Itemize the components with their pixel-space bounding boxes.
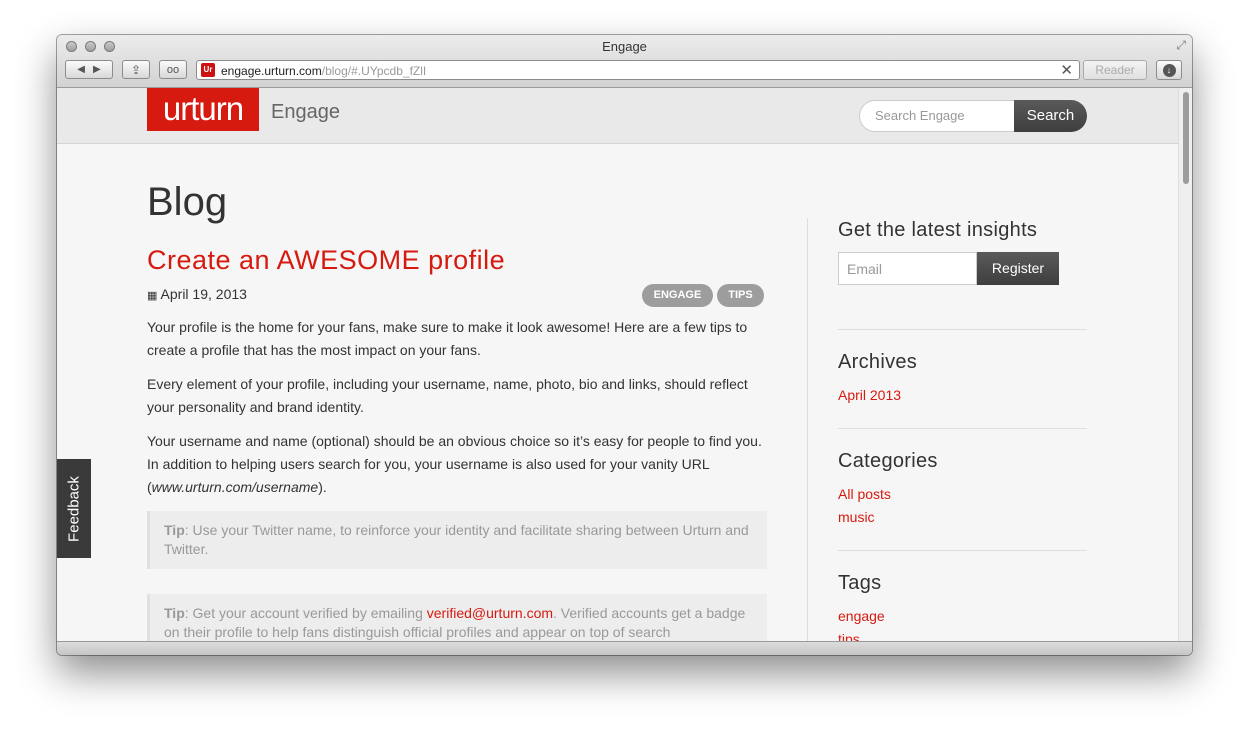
post-date: ▦ April 19, 2013 [147,286,247,302]
post-paragraph: Every element of your profile, including… [147,376,748,415]
tip-label: Tip [164,522,185,538]
email-field[interactable]: Email [838,252,977,285]
tip-box: Tip: Get your account verified by emaili… [147,594,767,641]
back-forward-buttons[interactable]: ◀ ▶ [65,60,113,79]
window-bottom-bar [57,641,1192,655]
feedback-label: Feedback [65,475,83,542]
glasses-icon: oo [166,63,180,76]
clear-url-icon[interactable]: ✕ [1060,61,1073,79]
site-header: urturn Engage Search Engage Search [57,88,1178,144]
share-icon: ⇪ [130,62,142,77]
title-bar: Engage ⤢ ◀ ▶ ⇪ oo Ur engage.urturn.com/b… [57,35,1192,88]
downloads-button[interactable]: ↓ [1156,60,1182,80]
forward-arrow-icon[interactable]: ▶ [93,64,101,75]
tag-tips[interactable]: TIPS [717,284,764,307]
back-arrow-icon[interactable]: ◀ [77,64,85,75]
scrollbar-thumb[interactable] [1183,92,1189,184]
tip-text: : Get your account verified by emailing [184,605,427,621]
page-title: Blog [147,180,228,224]
page-viewport: urturn Engage Search Engage Search Feedb… [57,88,1178,641]
post-date-text: April 19, 2013 [160,286,247,302]
category-link-all-posts[interactable]: All posts [838,486,891,502]
reader-button[interactable]: Reader [1083,60,1147,80]
vertical-scrollbar[interactable] [1178,88,1192,641]
post-paragraph: Your profile is the home for your fans, … [147,319,748,358]
divider [838,550,1087,551]
url-text[interactable]: engage.urturn.com/blog/#.UYpcdb_fZlI [221,64,426,78]
post-paragraph-end: ). [318,479,327,495]
fullscreen-icon[interactable]: ⤢ [1176,38,1186,53]
url-path: /blog/#.UYpcdb_fZlI [321,64,427,78]
feedback-tab[interactable]: Feedback [57,459,91,558]
window-title: Engage [602,39,647,54]
verified-email-link[interactable]: verified@urturn.com [427,605,553,621]
tags-heading: Tags [838,572,882,594]
archive-link[interactable]: April 2013 [838,387,901,403]
browser-window: Engage ⤢ ◀ ▶ ⇪ oo Ur engage.urturn.com/b… [57,35,1192,655]
tip-label: Tip [164,605,185,621]
url-host: engage.urturn.com [221,64,322,78]
divider [838,329,1087,330]
post-title[interactable]: Create an AWESOME profile [147,245,505,276]
divider [838,428,1087,429]
archives-heading: Archives [838,351,918,373]
favicon: Ur [201,63,215,77]
search-input[interactable]: Search Engage [859,100,1015,132]
categories-heading: Categories [838,450,938,472]
tip-text: : Use your Twitter name, to reinforce yo… [164,522,749,557]
tag-link-engage[interactable]: engage [838,608,885,624]
reading-list-button[interactable]: oo [159,60,187,79]
address-bar[interactable]: Ur engage.urturn.com/blog/#.UYpcdb_fZlI … [196,60,1080,80]
urturn-logo[interactable]: urturn [147,88,259,131]
calendar-icon: ▦ [147,290,158,302]
sidebar-divider [807,218,808,641]
tag-link-tips[interactable]: tips [838,631,860,641]
share-button[interactable]: ⇪ [122,60,150,79]
tip-box: Tip: Use your Twitter name, to reinforce… [147,511,767,569]
insights-heading: Get the latest insights [838,219,1038,241]
brand-name[interactable]: Engage [271,101,340,124]
category-link-music[interactable]: music [838,509,875,525]
download-icon: ↓ [1162,63,1176,77]
tag-engage[interactable]: ENGAGE [642,284,713,307]
vanity-url: www.urturn.com/username [151,479,319,495]
search-button[interactable]: Search [1014,100,1087,132]
register-button[interactable]: Register [977,252,1059,285]
post-paragraph: Your username and name (optional) should… [147,430,767,499]
